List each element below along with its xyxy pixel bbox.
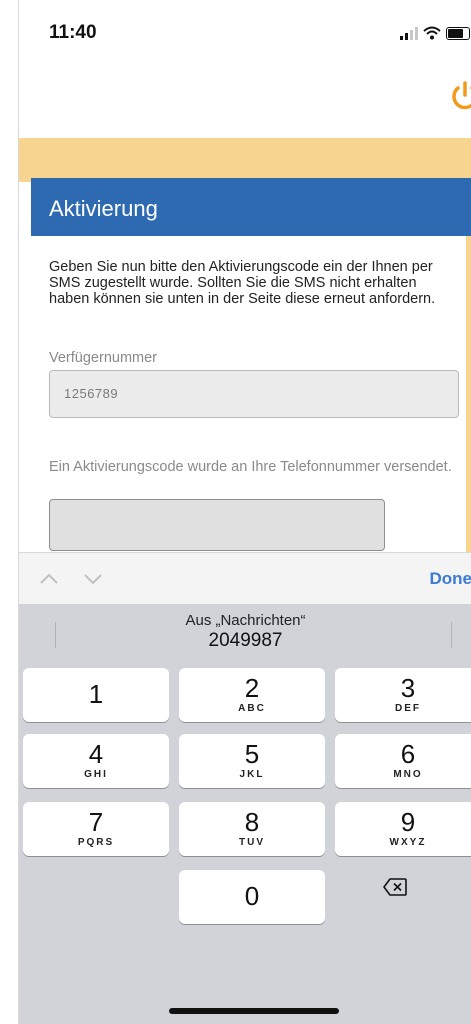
power-icon[interactable]	[448, 80, 471, 114]
status-time: 11:40	[49, 22, 97, 43]
cellular-signal-icon	[400, 27, 418, 40]
key-3[interactable]: 3 DEF	[335, 668, 471, 722]
key-letters: DEF	[395, 703, 421, 714]
activation-panel	[19, 182, 471, 552]
key-digit: 2	[244, 673, 260, 703]
key-letters: ABC	[238, 703, 266, 714]
phone-screen: 11:40 Aktivierung Geben Sie nun bitte de…	[18, 0, 471, 1024]
key-6[interactable]: 6 MNO	[335, 734, 471, 788]
key-5[interactable]: 5 JKL	[179, 734, 325, 788]
key-letters: WXYZ	[389, 837, 427, 848]
chevron-up-icon[interactable]	[39, 569, 59, 589]
suggestion-source: Aus „Nachrichten“	[185, 612, 306, 629]
header-band	[19, 138, 471, 182]
panel-edge	[466, 182, 471, 552]
key-1[interactable]: 1	[23, 668, 169, 722]
status-icons	[400, 26, 470, 40]
keyboard-accessory-bar: Done	[19, 552, 471, 605]
verfuegernummer-label: Verfügernummer	[49, 350, 157, 366]
key-digit: 7	[88, 807, 104, 837]
key-digit: 4	[88, 739, 104, 769]
key-digit: 0	[244, 881, 260, 911]
key-letters: PQRS	[77, 837, 115, 848]
key-0[interactable]: 0	[179, 870, 325, 924]
home-indicator	[169, 1008, 339, 1014]
chevron-down-icon[interactable]	[83, 569, 103, 589]
activation-code-label: Ein Aktivierungscode wurde an Ihre Telef…	[49, 459, 452, 475]
app-header	[19, 66, 471, 138]
autofill-suggestion-bar: Aus „Nachrichten“ 2049987	[19, 604, 471, 664]
key-letters: GHI	[84, 769, 108, 780]
activation-code-input[interactable]	[49, 499, 385, 551]
intro-text: Geben Sie nun bitte den Aktivierungscode…	[49, 259, 436, 307]
key-4[interactable]: 4 GHI	[23, 734, 169, 788]
suggestion-code: 2049987	[208, 630, 283, 651]
key-letters: TUV	[239, 837, 265, 848]
key-9[interactable]: 9 WXYZ	[335, 802, 471, 856]
numeric-keyboard: Aus „Nachrichten“ 2049987 1 2 ABC 3 DEF …	[19, 604, 471, 1024]
key-digit: 3	[400, 673, 416, 703]
key-digit: 5	[244, 739, 260, 769]
status-bar: 11:40	[19, 0, 471, 66]
key-letters: JKL	[239, 769, 265, 780]
battery-icon	[446, 27, 470, 40]
key-digit: 9	[400, 807, 416, 837]
verfuegernummer-value: 1256789	[64, 386, 119, 401]
wifi-icon	[423, 26, 441, 40]
page-title: Aktivierung	[49, 196, 158, 221]
key-digit: 1	[88, 679, 104, 709]
verfuegernummer-field[interactable]: 1256789	[49, 370, 459, 418]
backspace-icon[interactable]	[383, 878, 407, 896]
key-letters: MNO	[393, 769, 423, 780]
done-button[interactable]: Done	[430, 569, 471, 589]
key-7[interactable]: 7 PQRS	[23, 802, 169, 856]
key-digit: 6	[400, 739, 416, 769]
key-2[interactable]: 2 ABC	[179, 668, 325, 722]
key-8[interactable]: 8 TUV	[179, 802, 325, 856]
key-digit: 8	[244, 807, 260, 837]
panel-titlebar: Aktivierung	[31, 178, 471, 236]
